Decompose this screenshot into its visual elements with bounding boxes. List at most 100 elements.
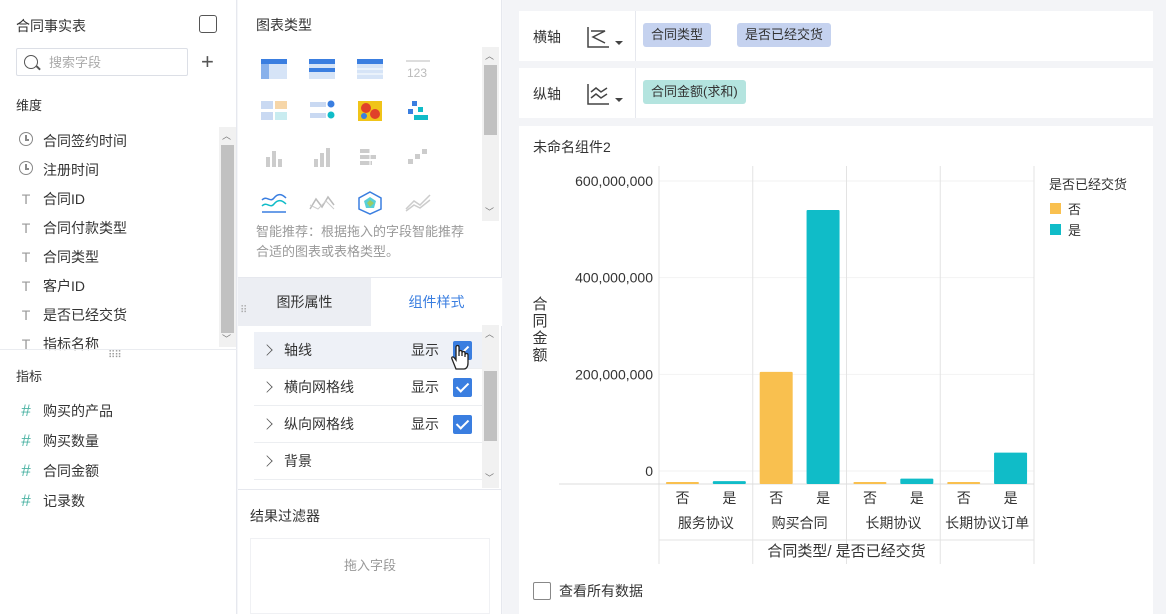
dimension-item[interactable]: T 客户ID <box>0 271 220 300</box>
show-label: 显示 <box>411 342 439 358</box>
kpi-number-icon[interactable]: 123 <box>404 56 432 82</box>
metric-label: 记录数 <box>43 493 85 509</box>
chart-type-scrollbar[interactable]: ︿ ﹀ <box>482 47 499 221</box>
x-axis-label: 横轴 <box>533 29 561 45</box>
filter-placeholder: 拖入字段 <box>343 558 396 573</box>
heatmap-icon[interactable] <box>356 98 384 124</box>
kpi-table-icon[interactable] <box>260 98 288 124</box>
bar <box>853 482 887 484</box>
metrics-title: 指标 <box>16 369 43 384</box>
style-property-item[interactable]: 纵向网格线 显示 <box>254 406 482 443</box>
axis-separator <box>635 11 636 61</box>
y-axis-type-icon[interactable] <box>585 80 625 108</box>
chart-types-title: 图表类型 <box>256 17 312 33</box>
metric-label: 合同金额 <box>43 463 99 479</box>
view-all-checkbox[interactable] <box>533 582 551 600</box>
cross-chart-icon[interactable] <box>404 98 432 124</box>
add-field-icon[interactable]: + <box>201 51 214 73</box>
x-category-label: 服务协议 <box>678 515 734 531</box>
metric-item[interactable]: # 合同金额 <box>0 456 113 486</box>
y-tick-label: 0 <box>645 463 653 479</box>
number-field-icon: # <box>21 461 31 480</box>
range-area-icon[interactable] <box>404 190 432 216</box>
x-sub-tick-label: 是 <box>910 490 924 506</box>
dimension-item[interactable]: 合同签约时间 <box>0 126 220 155</box>
dimension-item[interactable]: 注册时间 <box>0 155 220 184</box>
cross-table-icon[interactable] <box>308 56 336 82</box>
scroll-down-icon[interactable]: ﹀ <box>485 205 494 218</box>
style-property-item[interactable]: 横向网格线 显示 <box>254 369 482 406</box>
x-axis-type-icon[interactable] <box>585 23 625 51</box>
x-sub-tick-label: 否 <box>769 490 783 506</box>
metric-label: 购买数量 <box>43 433 99 449</box>
section-divider <box>238 489 502 490</box>
search-input[interactable] <box>49 53 179 71</box>
chevron-right-icon[interactable] <box>261 344 273 356</box>
detail-table-icon[interactable] <box>356 56 384 82</box>
axis-separator <box>635 68 636 118</box>
dimension-item[interactable]: T 合同类型 <box>0 242 220 271</box>
dimension-item[interactable]: T 合同付款类型 <box>0 213 220 242</box>
radar-icon[interactable] <box>356 190 384 216</box>
view-all-data[interactable]: 查看所有数据 <box>533 581 643 601</box>
x-sub-tick-label: 是 <box>1004 490 1018 506</box>
show-checkbox[interactable] <box>453 377 472 397</box>
search-icon <box>24 55 38 69</box>
bar-chart: 0200,000,000400,000,000600,000,000否 是服务协议… <box>532 166 1127 564</box>
scroll-down-icon[interactable]: ﹀ <box>485 471 494 484</box>
filter-drop-zone[interactable]: 拖入字段 <box>250 538 490 614</box>
panel-resize-handle-icon[interactable]: ⠿ <box>240 305 247 316</box>
line-chart-icon[interactable] <box>260 190 288 216</box>
x-sub-tick-label: 否 <box>675 490 689 506</box>
metric-item[interactable]: # 购买的产品 <box>0 396 113 426</box>
dimension-item[interactable]: T 是否已经交货 <box>0 300 220 329</box>
x-sub-tick-label: 是 <box>722 490 736 506</box>
dimension-item[interactable]: T 合同ID <box>0 184 220 213</box>
tab-shape-properties[interactable]: 图形属性 <box>238 278 371 326</box>
bar <box>994 452 1028 484</box>
show-checkbox[interactable] <box>453 414 472 434</box>
waterfall-icon[interactable] <box>404 144 432 170</box>
x-field-pill[interactable]: 是否已经交货 <box>737 23 832 47</box>
dimension-label: 合同签约时间 <box>43 132 127 149</box>
x-category-label: 购买合同 <box>772 515 828 531</box>
scroll-thumb[interactable] <box>484 65 497 135</box>
scroll-thumb[interactable] <box>221 145 234 333</box>
y-axis-title-char: 合 <box>532 296 547 313</box>
x-sub-tick-label: 是 <box>816 490 830 506</box>
scroll-up-icon[interactable]: ︿ <box>485 49 494 62</box>
scroll-up-icon[interactable]: ︿ <box>485 327 494 340</box>
chevron-right-icon[interactable] <box>261 381 273 393</box>
metric-item[interactable]: # 记录数 <box>0 486 113 516</box>
scroll-up-icon[interactable]: ︿ <box>222 129 231 142</box>
metric-item[interactable]: # 购买数量 <box>0 426 113 456</box>
dimension-scrollbar[interactable]: ︿ ﹀ <box>219 127 236 347</box>
resize-handle-icon[interactable]: ⠿⠿ <box>108 350 122 361</box>
table-icon[interactable] <box>260 56 288 82</box>
kpi-card-icon[interactable] <box>308 98 336 124</box>
text-icon: T <box>21 277 31 294</box>
y-field-pill[interactable]: 合同金额(求和) <box>643 80 746 104</box>
area-line-icon[interactable] <box>308 190 336 216</box>
dimension-label: 合同ID <box>43 190 85 207</box>
scroll-down-icon[interactable]: ﹀ <box>222 332 231 345</box>
chevron-right-icon[interactable] <box>261 418 273 430</box>
clock-icon <box>17 132 35 149</box>
y-tick-label: 600,000,000 <box>575 173 653 189</box>
switch-table-icon[interactable] <box>199 15 217 33</box>
property-label: 纵向网格线 <box>284 416 354 432</box>
grouped-bar-icon[interactable] <box>308 144 336 170</box>
x-field-pill[interactable]: 合同类型 <box>643 23 712 47</box>
chevron-right-icon[interactable] <box>261 455 273 467</box>
property-label: 轴线 <box>284 342 312 358</box>
bar-chart-icon[interactable] <box>260 144 288 170</box>
stacked-bar-icon[interactable] <box>356 144 384 170</box>
style-scrollbar[interactable]: ︿ ﹀ <box>482 325 499 488</box>
style-property-item[interactable]: 背景 <box>254 443 482 480</box>
tab-component-style[interactable]: 组件样式 <box>371 278 502 326</box>
scroll-thumb[interactable] <box>484 371 497 441</box>
dimension-label: 指标名称 <box>43 335 99 352</box>
dimension-label: 是否已经交货 <box>43 306 127 323</box>
hand-cursor-icon <box>451 344 469 370</box>
search-box[interactable] <box>16 48 188 76</box>
